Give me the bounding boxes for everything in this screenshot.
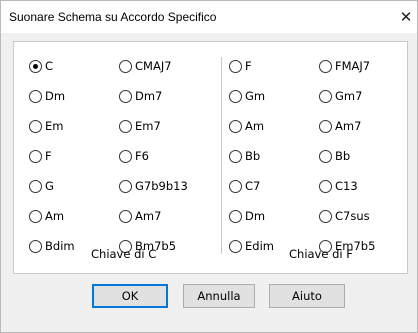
radio-button[interactable] [229, 180, 242, 193]
radio-button[interactable] [229, 90, 242, 103]
radio-button[interactable] [229, 60, 242, 73]
radio-button[interactable] [29, 150, 42, 163]
key-label-left: Chiave di C [91, 247, 157, 261]
radio-button[interactable] [319, 90, 332, 103]
radio-button[interactable] [119, 90, 132, 103]
radio-button[interactable] [229, 120, 242, 133]
radio-button[interactable] [229, 210, 242, 223]
radio-button[interactable] [319, 150, 332, 163]
radio-button[interactable] [119, 180, 132, 193]
key-divider [221, 57, 222, 254]
radio-button[interactable] [229, 240, 242, 253]
close-icon[interactable]: ✕ [395, 1, 417, 33]
title-bar: Suonare Schema su Accordo Specifico ✕ [1, 1, 417, 33]
window-title: Suonare Schema su Accordo Specifico [9, 10, 217, 24]
cancel-button[interactable]: Annulla [183, 284, 255, 308]
chord-selection-panel: C Dm Em F G Am Bdim CMAJ7 Dm7 Em7 F6 G7b… [13, 41, 408, 274]
radio-button[interactable] [119, 150, 132, 163]
radio-button[interactable] [119, 120, 132, 133]
radio-button[interactable] [319, 120, 332, 133]
radio-button[interactable] [29, 210, 42, 223]
radio-button[interactable] [229, 150, 242, 163]
dialog-window: Suonare Schema su Accordo Specifico ✕ C … [0, 0, 418, 333]
radio-button[interactable] [119, 60, 132, 73]
radio-button[interactable] [319, 210, 332, 223]
radio-button[interactable] [119, 210, 132, 223]
radio-button[interactable] [29, 180, 42, 193]
radio-button[interactable] [319, 180, 332, 193]
radio-button[interactable] [29, 240, 42, 253]
radio-button[interactable] [29, 60, 42, 73]
help-button[interactable]: Aiuto [269, 284, 345, 308]
ok-button[interactable]: OK [92, 284, 168, 308]
key-label-right: Chiave di F [289, 247, 353, 261]
radio-button[interactable] [29, 120, 42, 133]
radio-button[interactable] [319, 60, 332, 73]
radio-button[interactable] [29, 90, 42, 103]
